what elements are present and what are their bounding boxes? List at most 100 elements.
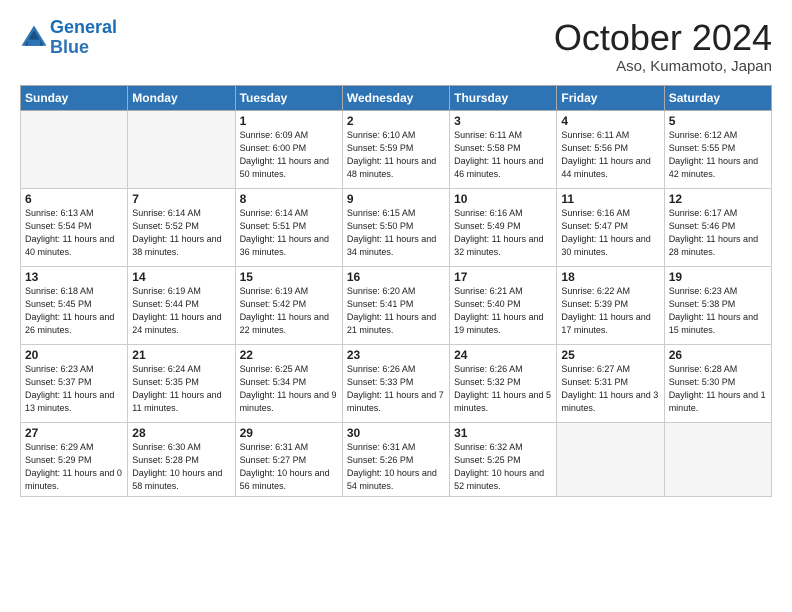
day-number: 20 (25, 348, 123, 362)
day-info: Sunrise: 6:10 AM Sunset: 5:59 PM Dayligh… (347, 129, 445, 181)
day-number: 30 (347, 426, 445, 440)
day-info: Sunrise: 6:30 AM Sunset: 5:28 PM Dayligh… (132, 441, 230, 493)
header-tuesday: Tuesday (235, 85, 342, 110)
calendar-cell: 24Sunrise: 6:26 AM Sunset: 5:32 PM Dayli… (450, 344, 557, 422)
day-info: Sunrise: 6:11 AM Sunset: 5:56 PM Dayligh… (561, 129, 659, 181)
calendar-cell: 18Sunrise: 6:22 AM Sunset: 5:39 PM Dayli… (557, 266, 664, 344)
calendar-cell (664, 422, 771, 496)
month-title: October 2024 (554, 18, 772, 58)
calendar-cell: 15Sunrise: 6:19 AM Sunset: 5:42 PM Dayli… (235, 266, 342, 344)
day-number: 4 (561, 114, 659, 128)
day-number: 29 (240, 426, 338, 440)
day-number: 10 (454, 192, 552, 206)
calendar-cell (128, 110, 235, 188)
calendar-cell (21, 110, 128, 188)
logo-text2: Blue (50, 38, 117, 58)
day-info: Sunrise: 6:17 AM Sunset: 5:46 PM Dayligh… (669, 207, 767, 259)
calendar-cell: 27Sunrise: 6:29 AM Sunset: 5:29 PM Dayli… (21, 422, 128, 496)
day-info: Sunrise: 6:15 AM Sunset: 5:50 PM Dayligh… (347, 207, 445, 259)
day-info: Sunrise: 6:23 AM Sunset: 5:38 PM Dayligh… (669, 285, 767, 337)
day-info: Sunrise: 6:26 AM Sunset: 5:33 PM Dayligh… (347, 363, 445, 415)
header-wednesday: Wednesday (342, 85, 449, 110)
calendar-cell: 11Sunrise: 6:16 AM Sunset: 5:47 PM Dayli… (557, 188, 664, 266)
day-info: Sunrise: 6:14 AM Sunset: 5:51 PM Dayligh… (240, 207, 338, 259)
calendar-cell: 28Sunrise: 6:30 AM Sunset: 5:28 PM Dayli… (128, 422, 235, 496)
calendar-cell (557, 422, 664, 496)
day-info: Sunrise: 6:19 AM Sunset: 5:44 PM Dayligh… (132, 285, 230, 337)
header-friday: Friday (557, 85, 664, 110)
day-number: 12 (669, 192, 767, 206)
logo-icon (20, 24, 48, 52)
day-number: 1 (240, 114, 338, 128)
header-sunday: Sunday (21, 85, 128, 110)
calendar-cell: 12Sunrise: 6:17 AM Sunset: 5:46 PM Dayli… (664, 188, 771, 266)
day-info: Sunrise: 6:16 AM Sunset: 5:47 PM Dayligh… (561, 207, 659, 259)
day-info: Sunrise: 6:16 AM Sunset: 5:49 PM Dayligh… (454, 207, 552, 259)
calendar-cell: 20Sunrise: 6:23 AM Sunset: 5:37 PM Dayli… (21, 344, 128, 422)
calendar-cell: 29Sunrise: 6:31 AM Sunset: 5:27 PM Dayli… (235, 422, 342, 496)
day-number: 19 (669, 270, 767, 284)
day-number: 3 (454, 114, 552, 128)
day-info: Sunrise: 6:28 AM Sunset: 5:30 PM Dayligh… (669, 363, 767, 415)
calendar-cell: 16Sunrise: 6:20 AM Sunset: 5:41 PM Dayli… (342, 266, 449, 344)
day-info: Sunrise: 6:32 AM Sunset: 5:25 PM Dayligh… (454, 441, 552, 493)
calendar-cell: 17Sunrise: 6:21 AM Sunset: 5:40 PM Dayli… (450, 266, 557, 344)
day-number: 13 (25, 270, 123, 284)
day-info: Sunrise: 6:26 AM Sunset: 5:32 PM Dayligh… (454, 363, 552, 415)
day-info: Sunrise: 6:19 AM Sunset: 5:42 PM Dayligh… (240, 285, 338, 337)
logo-text: General (50, 18, 117, 38)
header-thursday: Thursday (450, 85, 557, 110)
day-info: Sunrise: 6:31 AM Sunset: 5:27 PM Dayligh… (240, 441, 338, 493)
day-number: 26 (669, 348, 767, 362)
calendar-week-row: 13Sunrise: 6:18 AM Sunset: 5:45 PM Dayli… (21, 266, 772, 344)
day-info: Sunrise: 6:29 AM Sunset: 5:29 PM Dayligh… (25, 441, 123, 493)
calendar-week-row: 1Sunrise: 6:09 AM Sunset: 6:00 PM Daylig… (21, 110, 772, 188)
day-info: Sunrise: 6:11 AM Sunset: 5:58 PM Dayligh… (454, 129, 552, 181)
calendar-cell: 23Sunrise: 6:26 AM Sunset: 5:33 PM Dayli… (342, 344, 449, 422)
calendar-cell: 5Sunrise: 6:12 AM Sunset: 5:55 PM Daylig… (664, 110, 771, 188)
calendar-cell: 31Sunrise: 6:32 AM Sunset: 5:25 PM Dayli… (450, 422, 557, 496)
calendar-week-row: 27Sunrise: 6:29 AM Sunset: 5:29 PM Dayli… (21, 422, 772, 496)
day-number: 5 (669, 114, 767, 128)
day-info: Sunrise: 6:20 AM Sunset: 5:41 PM Dayligh… (347, 285, 445, 337)
calendar-table: Sunday Monday Tuesday Wednesday Thursday… (20, 85, 772, 497)
calendar-week-row: 6Sunrise: 6:13 AM Sunset: 5:54 PM Daylig… (21, 188, 772, 266)
header: General Blue October 2024 Aso, Kumamoto,… (20, 18, 772, 75)
day-number: 11 (561, 192, 659, 206)
calendar-cell: 25Sunrise: 6:27 AM Sunset: 5:31 PM Dayli… (557, 344, 664, 422)
day-number: 22 (240, 348, 338, 362)
calendar-cell: 4Sunrise: 6:11 AM Sunset: 5:56 PM Daylig… (557, 110, 664, 188)
day-info: Sunrise: 6:23 AM Sunset: 5:37 PM Dayligh… (25, 363, 123, 415)
day-number: 25 (561, 348, 659, 362)
day-number: 16 (347, 270, 445, 284)
calendar-cell: 22Sunrise: 6:25 AM Sunset: 5:34 PM Dayli… (235, 344, 342, 422)
calendar-cell: 26Sunrise: 6:28 AM Sunset: 5:30 PM Dayli… (664, 344, 771, 422)
calendar-cell: 3Sunrise: 6:11 AM Sunset: 5:58 PM Daylig… (450, 110, 557, 188)
day-number: 17 (454, 270, 552, 284)
day-info: Sunrise: 6:13 AM Sunset: 5:54 PM Dayligh… (25, 207, 123, 259)
day-number: 18 (561, 270, 659, 284)
calendar-cell: 6Sunrise: 6:13 AM Sunset: 5:54 PM Daylig… (21, 188, 128, 266)
day-number: 14 (132, 270, 230, 284)
calendar-cell: 7Sunrise: 6:14 AM Sunset: 5:52 PM Daylig… (128, 188, 235, 266)
day-number: 23 (347, 348, 445, 362)
day-number: 9 (347, 192, 445, 206)
day-number: 8 (240, 192, 338, 206)
day-number: 28 (132, 426, 230, 440)
day-info: Sunrise: 6:21 AM Sunset: 5:40 PM Dayligh… (454, 285, 552, 337)
calendar-cell: 8Sunrise: 6:14 AM Sunset: 5:51 PM Daylig… (235, 188, 342, 266)
logo: General Blue (20, 18, 117, 58)
day-info: Sunrise: 6:25 AM Sunset: 5:34 PM Dayligh… (240, 363, 338, 415)
day-info: Sunrise: 6:27 AM Sunset: 5:31 PM Dayligh… (561, 363, 659, 415)
day-info: Sunrise: 6:24 AM Sunset: 5:35 PM Dayligh… (132, 363, 230, 415)
day-number: 2 (347, 114, 445, 128)
day-info: Sunrise: 6:09 AM Sunset: 6:00 PM Dayligh… (240, 129, 338, 181)
day-number: 27 (25, 426, 123, 440)
day-info: Sunrise: 6:18 AM Sunset: 5:45 PM Dayligh… (25, 285, 123, 337)
header-monday: Monday (128, 85, 235, 110)
calendar-cell: 14Sunrise: 6:19 AM Sunset: 5:44 PM Dayli… (128, 266, 235, 344)
day-number: 21 (132, 348, 230, 362)
day-info: Sunrise: 6:12 AM Sunset: 5:55 PM Dayligh… (669, 129, 767, 181)
day-number: 31 (454, 426, 552, 440)
day-number: 15 (240, 270, 338, 284)
